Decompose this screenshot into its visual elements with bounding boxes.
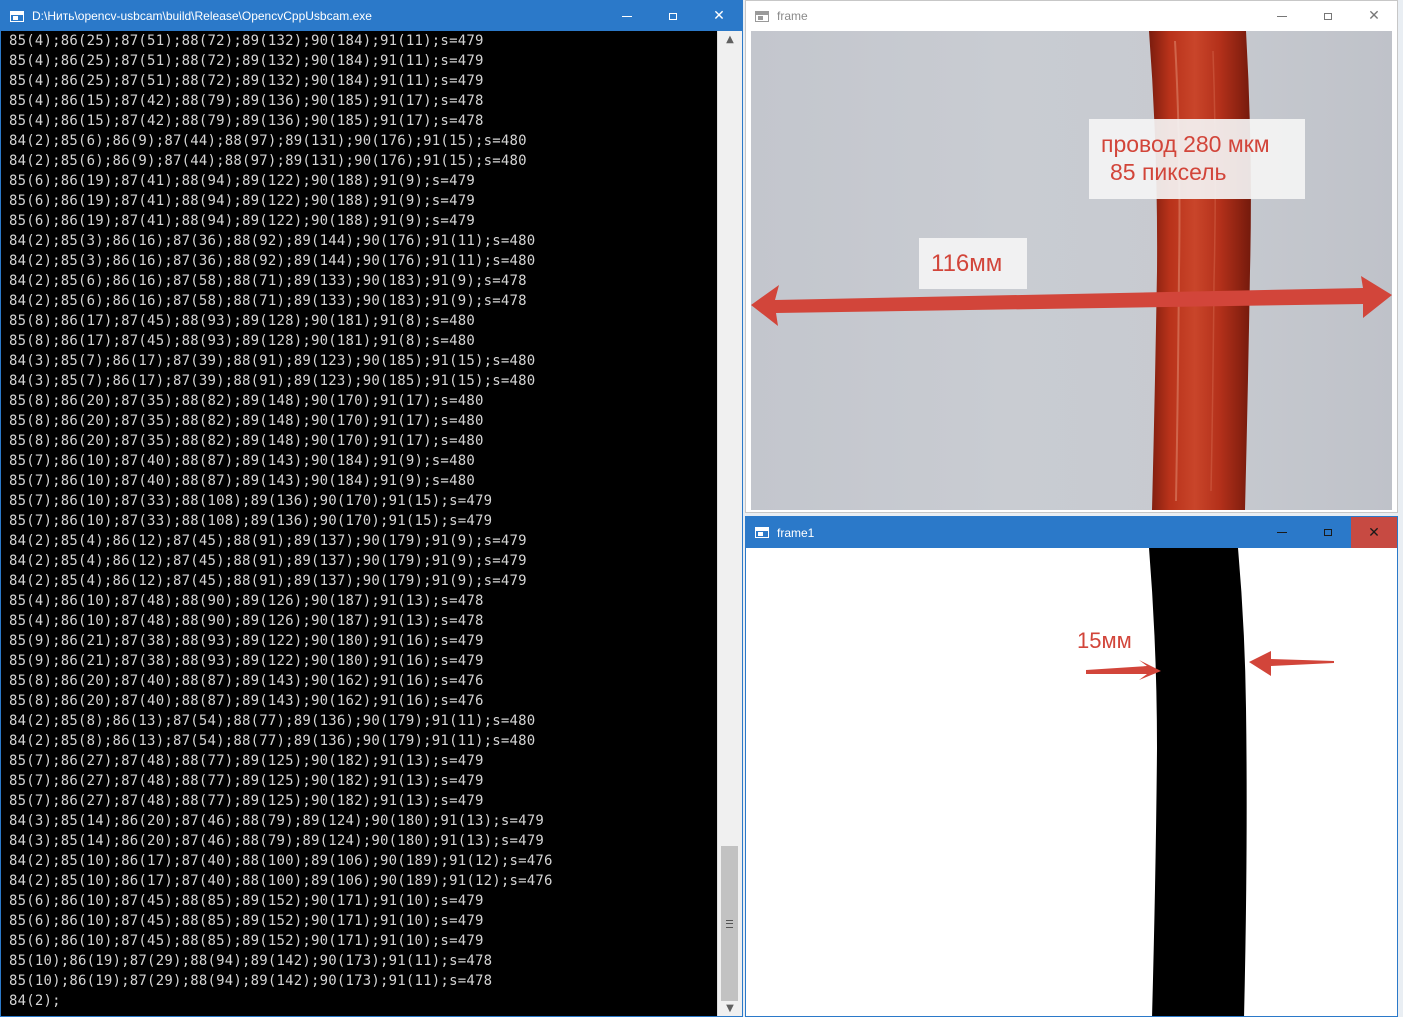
console-line: 85(6);86(19);87(41);88(94);89(122);90(18…: [9, 193, 475, 209]
console-line: 84(3);85(7);86(17);87(39);88(91);89(123)…: [9, 373, 536, 389]
console-line: 84(2);85(4);86(12);87(45);88(91);89(137)…: [9, 533, 527, 549]
console-line: 85(4);86(25);87(51);88(72);89(132);90(18…: [9, 53, 484, 69]
scrollbar-thumb[interactable]: [721, 846, 738, 1001]
maximize-icon: [669, 12, 677, 20]
maximize-icon: [1324, 529, 1332, 536]
console-line: 85(10);86(19);87(29);88(94);89(142);90(1…: [9, 953, 493, 969]
pixel-annotation-label: 85 пиксель: [1110, 159, 1227, 185]
scroll-up-arrow-icon[interactable]: ▲: [718, 31, 742, 47]
frame-titlebar[interactable]: frame ✕: [746, 1, 1397, 31]
console-line: 84(2);85(3);86(16);87(36);88(92);89(144)…: [9, 233, 536, 249]
console-line: 85(7);86(10);87(40);88(87);89(143);90(18…: [9, 473, 475, 489]
frame-app-icon: [755, 10, 769, 22]
binary-width-label: 15мм: [1077, 628, 1132, 653]
frame1-title: frame1: [777, 525, 815, 540]
frame1-titlebar[interactable]: frame1 ✕: [746, 517, 1397, 548]
console-line: 85(4);86(10);87(48);88(90);89(126);90(18…: [9, 613, 484, 629]
console-line: 85(7);86(10);87(33);88(108);89(136);90(1…: [9, 513, 493, 529]
width-annotation-label: 116мм: [931, 250, 1003, 277]
console-line: 85(4);86(15);87(42);88(79);89(136);90(18…: [9, 93, 484, 109]
frame1-app-icon: [755, 527, 769, 538]
binary-wire-body: [1149, 548, 1247, 1016]
minimize-icon: [1277, 532, 1287, 533]
close-icon: ✕: [713, 8, 725, 24]
console-line: 85(8);86(20);87(35);88(82);89(148);90(17…: [9, 393, 484, 409]
console-line: 84(2);85(10);86(17);87(40);88(100);89(10…: [9, 853, 553, 869]
frame1-close-button[interactable]: ✕: [1351, 517, 1397, 548]
frame-close-button[interactable]: ✕: [1351, 1, 1397, 31]
console-line: 84(2);85(8);86(13);87(54);88(77);89(136)…: [9, 733, 536, 749]
console-line: 85(4);86(25);87(51);88(72);89(132);90(18…: [9, 73, 484, 89]
binary-wire: [1086, 548, 1334, 1016]
camera-image: провод 280 мкм 85 пиксель 116мм: [751, 31, 1392, 510]
grip-icon: [726, 919, 733, 928]
frame1-minimize-button[interactable]: [1259, 517, 1305, 548]
console-line: 84(2);85(4);86(12);87(45);88(91);89(137)…: [9, 553, 527, 569]
frame-maximize-button[interactable]: [1305, 1, 1351, 31]
close-icon: ✕: [1368, 8, 1380, 24]
minimize-icon: [1277, 15, 1287, 17]
wire-annotation-label: провод 280 мкм: [1101, 131, 1270, 157]
console-line: 85(6);86(10);87(45);88(85);89(152);90(17…: [9, 893, 484, 909]
console-title: D:\Нить\opencv-usbcam\build\Release\Open…: [32, 9, 372, 23]
console-line: 84(2);85(4);86(12);87(45);88(91);89(137)…: [9, 573, 527, 589]
left-arrow-shape: [1086, 660, 1161, 680]
console-line: 85(7);86(27);87(48);88(77);89(125);90(18…: [9, 793, 484, 809]
console-line: 85(7);86(27);87(48);88(77);89(125);90(18…: [9, 753, 484, 769]
close-icon: ✕: [1368, 524, 1380, 541]
console-line: 84(3);85(7);86(17);87(39);88(91);89(123)…: [9, 353, 536, 369]
console-line: 85(8);86(20);87(35);88(82);89(148);90(17…: [9, 413, 484, 429]
frame-minimize-button[interactable]: [1259, 1, 1305, 31]
console-scrollbar[interactable]: ▲ ▼: [717, 31, 742, 1016]
width-arrow-shape: [751, 276, 1392, 326]
console-line: 84(2);85(6);86(9);87(44);88(97);89(131);…: [9, 133, 527, 149]
console-line: 85(8);86(17);87(45);88(93);89(128);90(18…: [9, 313, 475, 329]
frame1-window: frame1 ✕ 15мм: [745, 516, 1398, 1017]
console-line: 84(2);85(10);86(17);87(40);88(100);89(10…: [9, 873, 553, 889]
console-titlebar[interactable]: D:\Нить\opencv-usbcam\build\Release\Open…: [1, 1, 742, 31]
width-arrow: [751, 276, 1392, 326]
console-minimize-button[interactable]: [604, 1, 650, 31]
console-line: 85(6);86(19);87(41);88(94);89(122);90(18…: [9, 173, 475, 189]
console-line: 85(7);86(27);87(48);88(77);89(125);90(18…: [9, 773, 484, 789]
binary-image: 15мм: [751, 548, 1392, 1016]
console-close-button[interactable]: ✕: [696, 1, 742, 31]
width-annotation-box: 116мм: [919, 238, 1027, 289]
console-line: 85(6);86(10);87(45);88(85);89(152);90(17…: [9, 933, 484, 949]
console-line: 84(2);85(8);86(13);87(54);88(77);89(136)…: [9, 713, 536, 729]
console-line: 85(6);86(10);87(45);88(85);89(152);90(17…: [9, 913, 484, 929]
console-line: 85(8);86(20);87(35);88(82);89(148);90(17…: [9, 433, 484, 449]
console-line: 84(2);: [9, 993, 61, 1009]
wire-annotation-box: провод 280 мкм 85 пиксель: [1089, 119, 1305, 199]
console-line: 85(4);86(15);87(42);88(79);89(136);90(18…: [9, 113, 484, 129]
maximize-icon: [1324, 12, 1332, 20]
frame-window: frame ✕ провод 280 мкм 85 пиксель 116мм: [745, 0, 1398, 513]
frame-title: frame: [777, 9, 808, 23]
console-line: 84(2);85(6);86(9);87(44);88(97);89(131);…: [9, 153, 527, 169]
console-output: 85(4);86(25);87(51);88(72);89(132);90(18…: [1, 31, 718, 1016]
console-app-icon: [10, 10, 24, 22]
console-window: D:\Нить\opencv-usbcam\build\Release\Open…: [0, 0, 743, 1017]
console-line: 85(8);86(17);87(45);88(93);89(128);90(18…: [9, 333, 475, 349]
right-arrow-shape: [1249, 651, 1334, 676]
console-line: 85(8);86(20);87(40);88(87);89(143);90(16…: [9, 693, 484, 709]
console-line: 85(4);86(10);87(48);88(90);89(126);90(18…: [9, 593, 484, 609]
minimize-icon: [622, 15, 632, 17]
console-line: 85(9);86(21);87(38);88(93);89(122);90(18…: [9, 633, 484, 649]
console-line: 85(7);86(10);87(40);88(87);89(143);90(18…: [9, 453, 475, 469]
console-line: 85(8);86(20);87(40);88(87);89(143);90(16…: [9, 673, 484, 689]
console-line: 84(2);85(6);86(16);87(58);88(71);89(133)…: [9, 293, 527, 309]
scroll-down-arrow-icon[interactable]: ▼: [718, 1000, 742, 1016]
console-line: 85(9);86(21);87(38);88(93);89(122);90(18…: [9, 653, 484, 669]
console-line: 84(2);85(3);86(16);87(36);88(92);89(144)…: [9, 253, 536, 269]
console-line: 84(3);85(14);86(20);87(46);88(79);89(124…: [9, 833, 544, 849]
console-line: 85(6);86(19);87(41);88(94);89(122);90(18…: [9, 213, 475, 229]
frame1-maximize-button[interactable]: [1305, 517, 1351, 548]
console-line: 84(3);85(14);86(20);87(46);88(79);89(124…: [9, 813, 544, 829]
console-maximize-button[interactable]: [650, 1, 696, 31]
console-line: 85(4);86(25);87(51);88(72);89(132);90(18…: [9, 33, 484, 49]
console-line: 85(7);86(10);87(33);88(108);89(136);90(1…: [9, 493, 493, 509]
console-line: 85(10);86(19);87(29);88(94);89(142);90(1…: [9, 973, 493, 989]
console-line: 84(2);85(6);86(16);87(58);88(71);89(133)…: [9, 273, 527, 289]
